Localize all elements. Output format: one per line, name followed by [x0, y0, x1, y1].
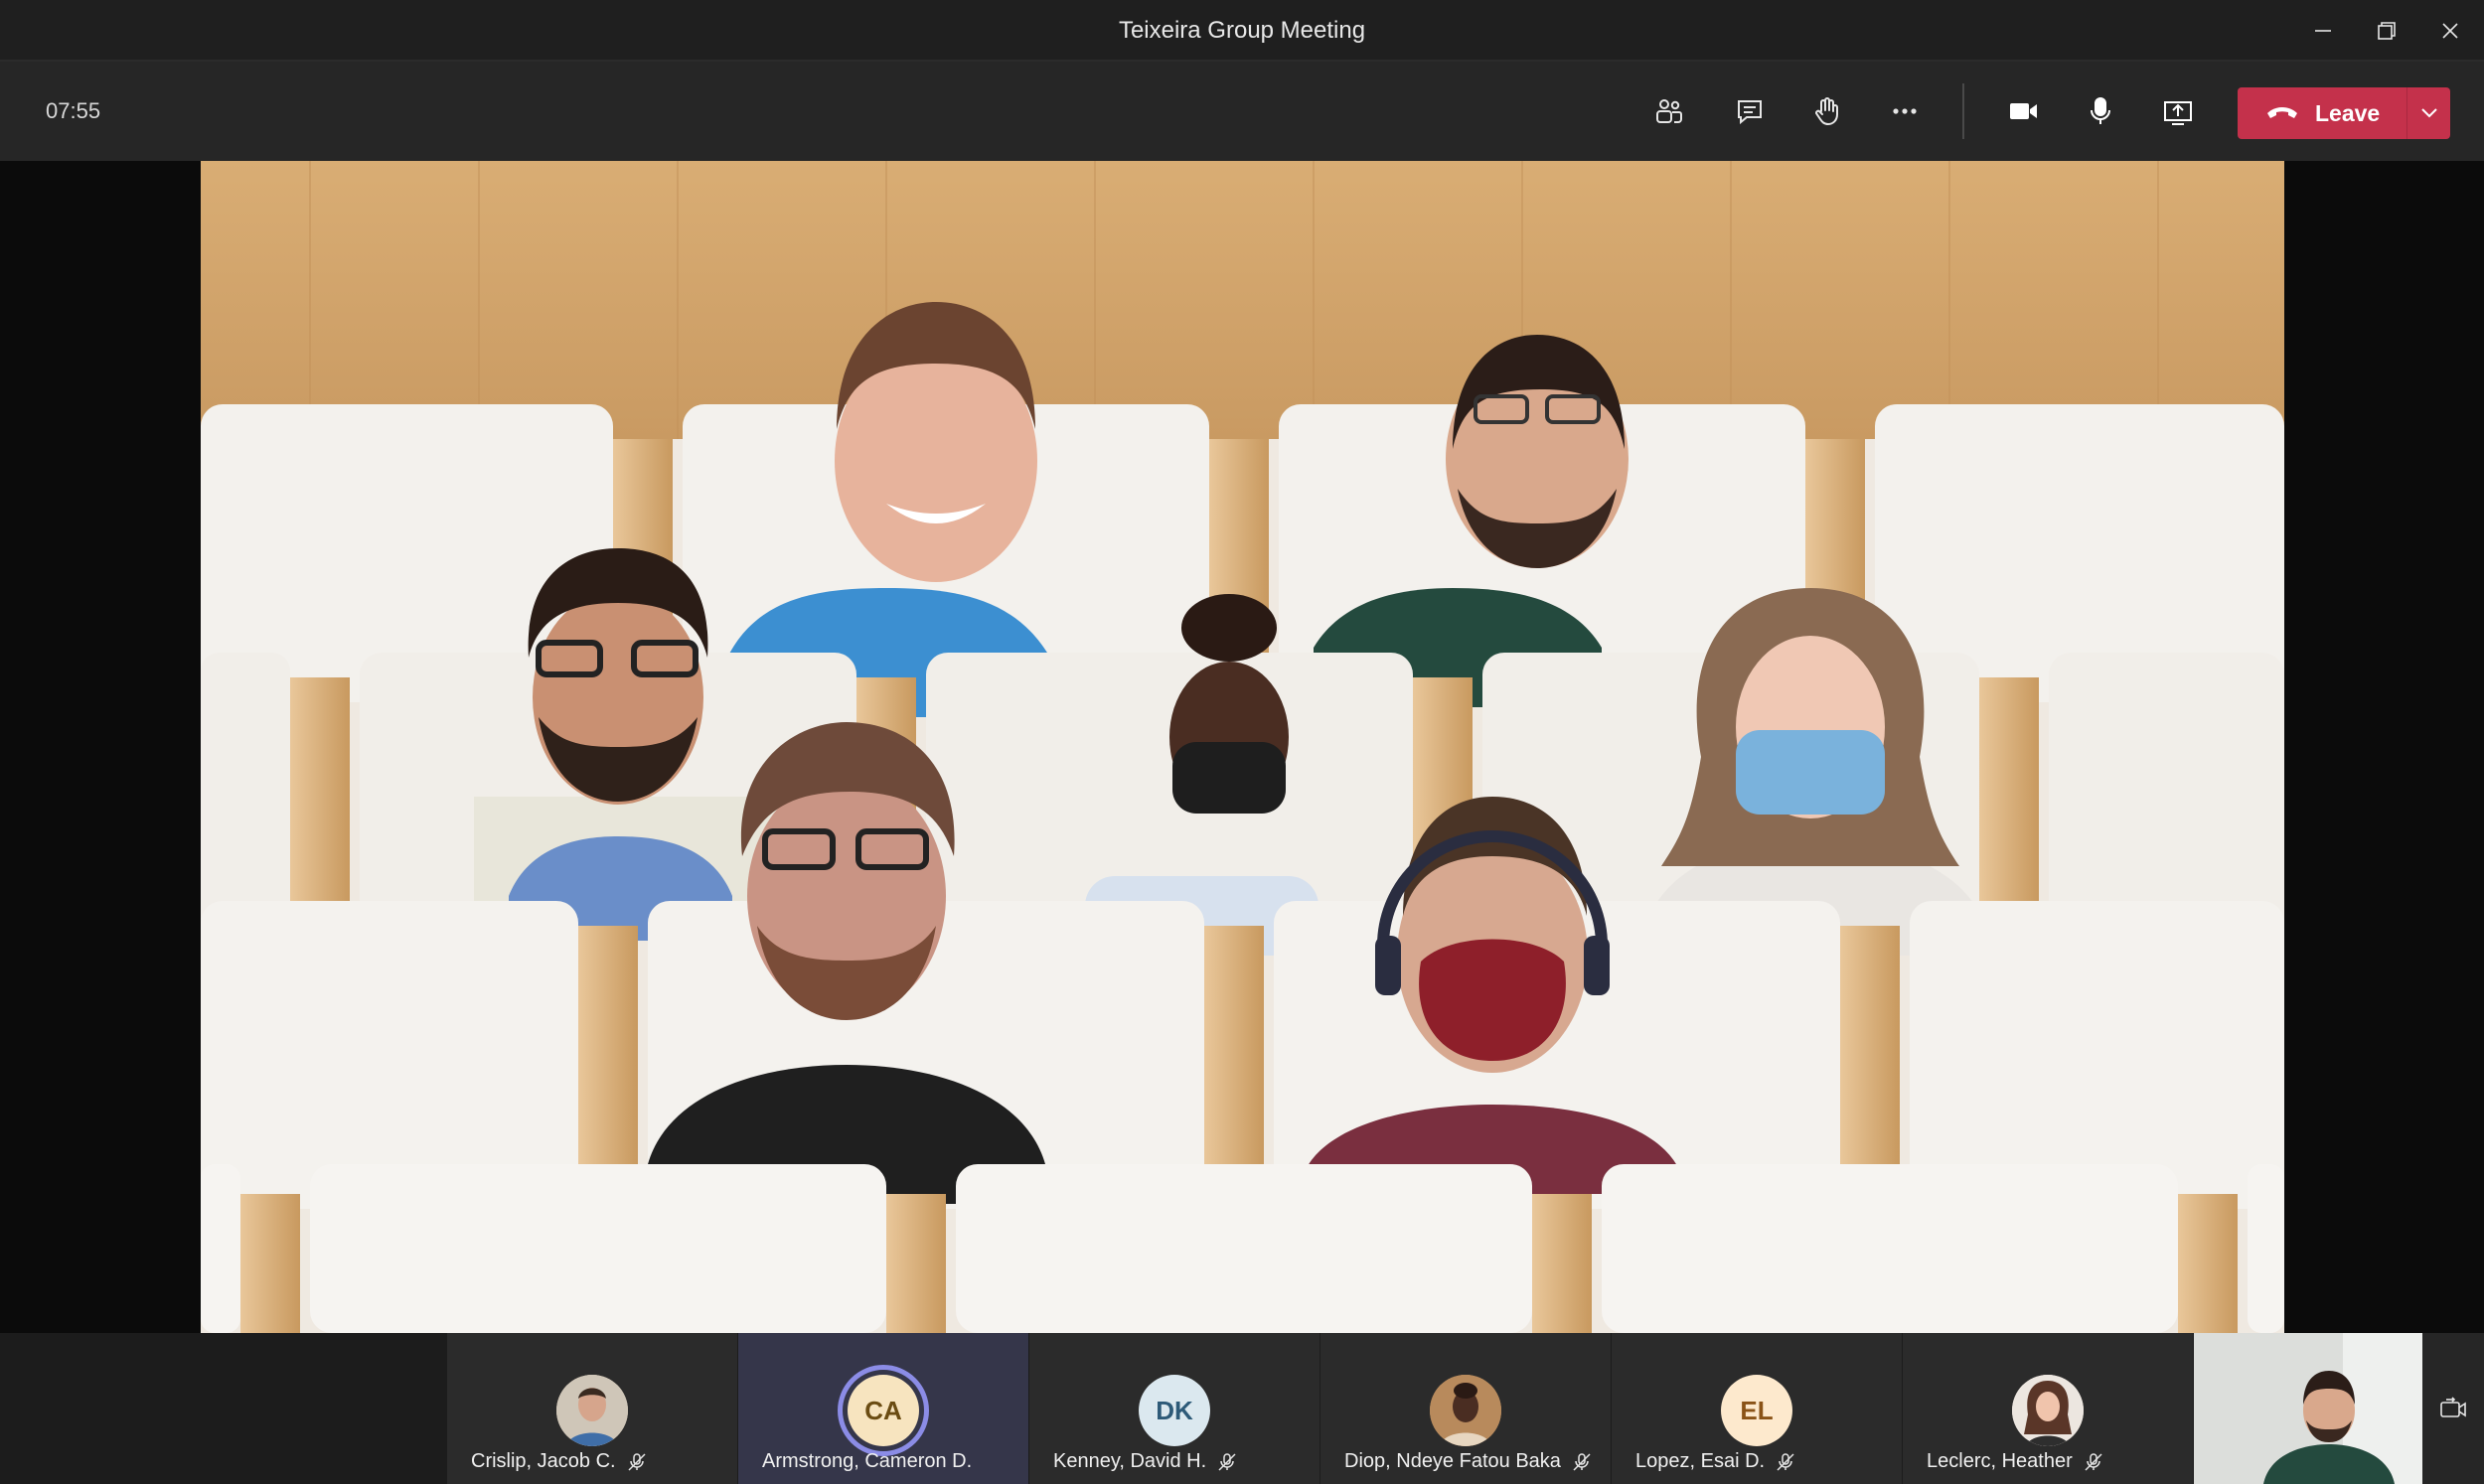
participants-button[interactable] [1641, 86, 1697, 136]
title-bar: Teixeira Group Meeting [0, 0, 2484, 62]
participant-tile[interactable]: DK Kenney, David H. [1029, 1333, 1320, 1484]
toolbar-divider [1962, 83, 1964, 139]
self-view-video[interactable] [2194, 1333, 2422, 1484]
participant-name-row: Diop, Ndeye Fatou Baka [1344, 1450, 1593, 1473]
meeting-toolbar: 07:55 Leave [0, 62, 2484, 161]
window-title: Teixeira Group Meeting [1118, 17, 1366, 44]
hand-icon [1815, 97, 1838, 126]
share-button[interactable] [2150, 86, 2206, 136]
self-view-scene [2194, 1333, 2422, 1484]
avatar: DK [1139, 1375, 1210, 1446]
hang-up-icon [2267, 107, 2297, 118]
more-actions-button[interactable] [1877, 86, 1933, 136]
leave-button[interactable]: Leave [2238, 87, 2406, 139]
participant-name-row: Kenney, David H. [1053, 1450, 1238, 1473]
leave-label: Leave [2315, 99, 2381, 126]
microphone-off-icon [1573, 1452, 1591, 1471]
raise-hand-button[interactable] [1799, 86, 1855, 136]
restore-icon [2378, 22, 2396, 40]
together-mode-stage [201, 161, 2284, 1333]
auditorium-scene [201, 161, 2284, 1333]
leave-options-button[interactable] [2407, 87, 2450, 139]
participant-name-row: Crislip, Jacob C. [471, 1450, 648, 1473]
participant-name-row: Leclerc, Heather [1927, 1450, 2104, 1473]
minimize-icon [2315, 30, 2331, 32]
avatar [556, 1375, 628, 1446]
avatar: EL [1721, 1375, 1792, 1446]
participant-name-row: Lopez, Esai D. [1635, 1450, 1796, 1473]
seat-row-4 [201, 1164, 2284, 1333]
avatar-initials: EL [1740, 1395, 1774, 1425]
participant-name: Diop, Ndeye Fatou Baka [1344, 1450, 1561, 1472]
participant-name: Kenney, David H. [1053, 1450, 1207, 1472]
chat-icon [1738, 100, 1762, 125]
restore-button[interactable] [2355, 0, 2418, 62]
close-button[interactable] [2418, 0, 2482, 62]
ellipsis-icon [1893, 108, 1917, 114]
people-icon [1656, 99, 1682, 123]
switch-camera-icon [2440, 1397, 2466, 1417]
microphone-off-icon [1777, 1452, 1794, 1471]
microphone-button[interactable] [2073, 86, 2128, 136]
video-camera-icon [2010, 103, 2037, 119]
participant-name: Lopez, Esai D. [1635, 1450, 1766, 1472]
chat-button[interactable] [1722, 86, 1778, 136]
participant-photo [2012, 1375, 2084, 1446]
avatar [1430, 1375, 1501, 1446]
microphone-icon [2091, 97, 2110, 124]
minimize-button[interactable] [2291, 0, 2355, 62]
meeting-timer: 07:55 [46, 98, 101, 123]
chevron-down-icon [2420, 108, 2437, 118]
microphone-off-icon [628, 1452, 646, 1471]
participant-tile[interactable]: EL Lopez, Esai D. [1612, 1333, 1902, 1484]
participant-tile[interactable]: Diop, Ndeye Fatou Baka [1320, 1333, 1611, 1484]
avatar-initials: DK [1156, 1395, 1193, 1425]
participant-photo [1430, 1375, 1501, 1446]
microphone-off-icon [1218, 1452, 1236, 1471]
avatar: CA [848, 1375, 919, 1446]
participant-tile[interactable]: Crislip, Jacob C. [447, 1333, 737, 1484]
avatar-initials: CA [864, 1395, 902, 1425]
avatar [2012, 1375, 2084, 1446]
camera-button[interactable] [1995, 86, 2051, 136]
participant-name-row: Armstrong, Cameron D. [762, 1450, 972, 1473]
switch-camera-button[interactable] [2422, 1333, 2484, 1484]
leave-button-group: Leave [2238, 87, 2450, 139]
participant-tile-speaking[interactable]: CA Armstrong, Cameron D. [738, 1333, 1028, 1484]
microphone-off-icon [2085, 1452, 2102, 1471]
participant-name: Leclerc, Heather [1927, 1450, 2073, 1472]
participant-tile[interactable]: Leclerc, Heather [1903, 1333, 2193, 1484]
close-icon [2442, 23, 2458, 39]
participant-name: Armstrong, Cameron D. [762, 1450, 973, 1472]
participant-name: Crislip, Jacob C. [471, 1450, 616, 1472]
participant-bar: Crislip, Jacob C. CA Armstrong, Cameron … [0, 1333, 2484, 1484]
share-screen-icon [2164, 101, 2192, 125]
participant-photo [556, 1375, 628, 1446]
